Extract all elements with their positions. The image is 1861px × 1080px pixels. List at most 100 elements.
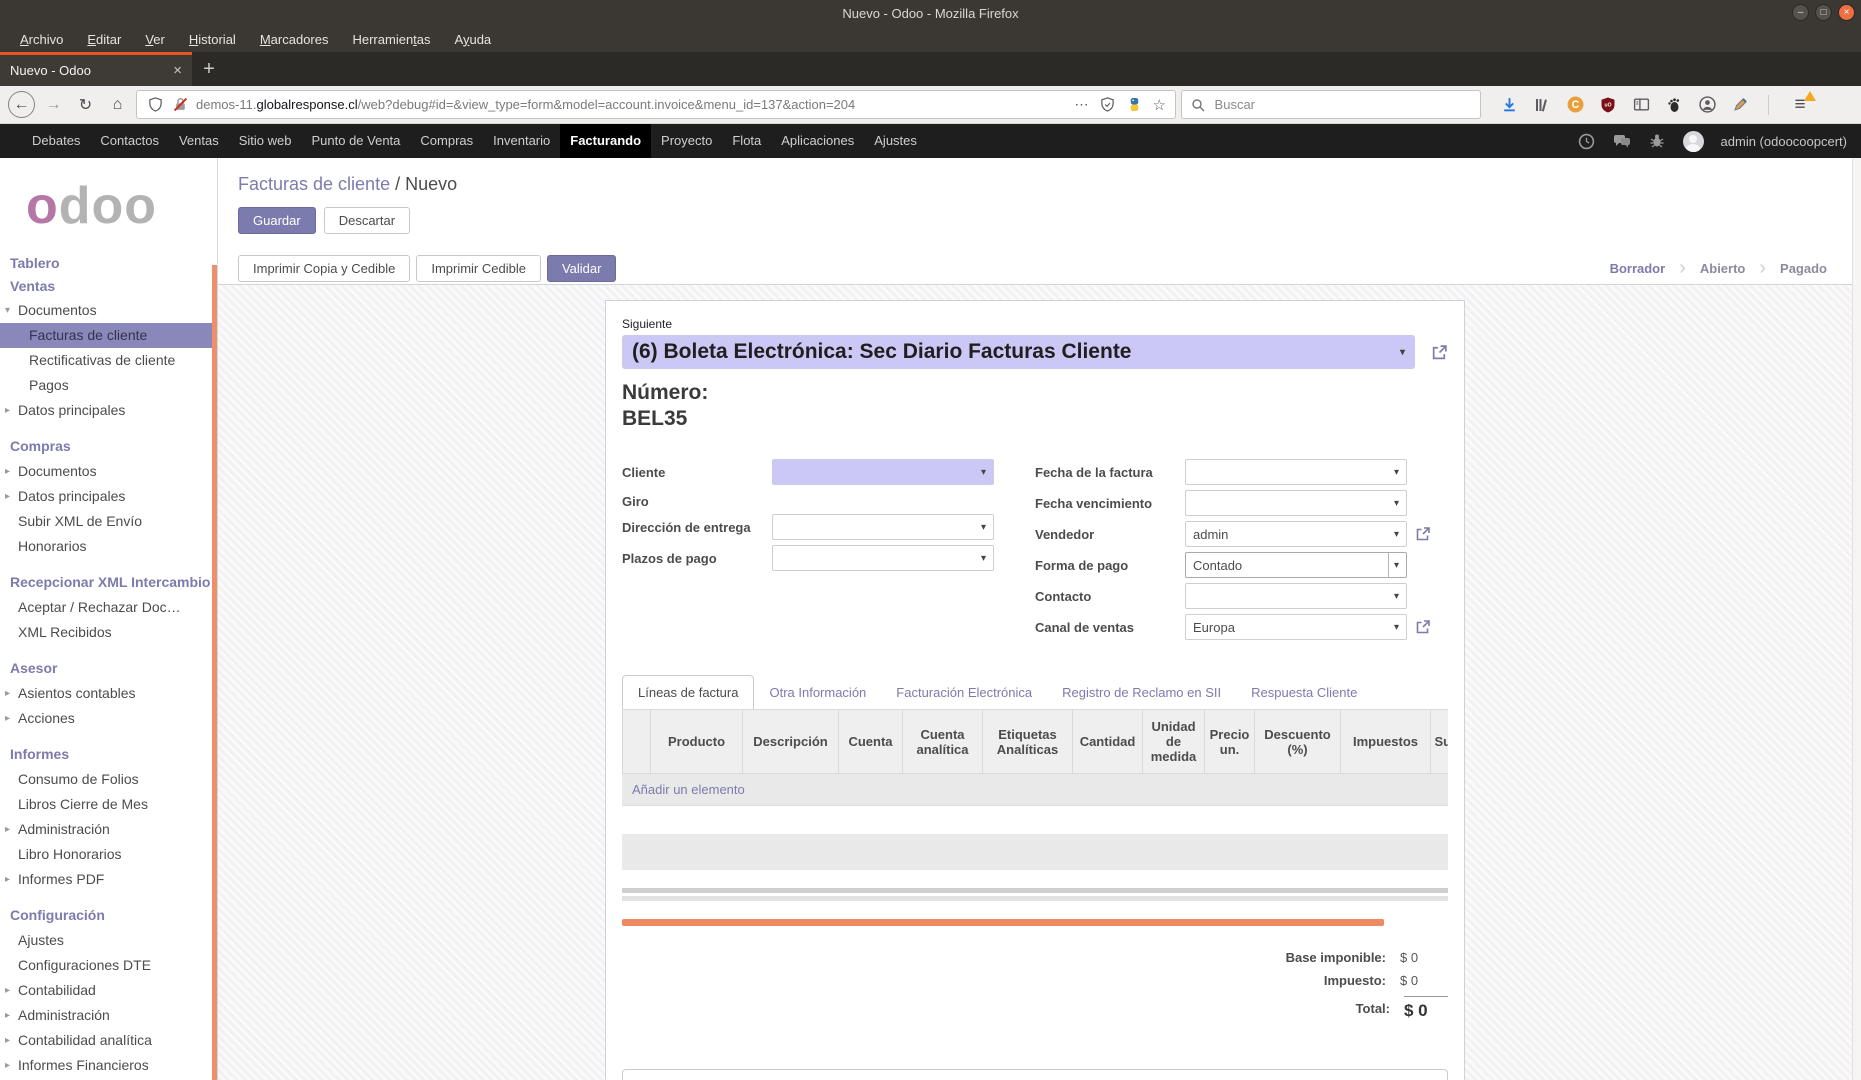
sidebar-section-asesor[interactable]: Asesor bbox=[0, 656, 217, 681]
menu-historial[interactable]: Historial bbox=[177, 32, 248, 47]
account-icon[interactable] bbox=[1698, 96, 1716, 114]
sidebar-item-xml-recibidos[interactable]: XML Recibidos bbox=[0, 620, 217, 645]
state-abierto[interactable]: Abierto bbox=[1686, 261, 1760, 276]
sidebar-item-documentos[interactable]: ▾Documentos bbox=[0, 298, 217, 323]
tab-respuesta-cliente[interactable]: Respuesta Cliente bbox=[1236, 676, 1372, 709]
nav-compras[interactable]: Compras bbox=[410, 124, 483, 158]
browser-tab[interactable]: Nuevo - Odoo × bbox=[0, 52, 192, 86]
odoo-logo[interactable]: odoo bbox=[26, 180, 217, 232]
sidebar-item-documentos-compras[interactable]: ▸Documentos bbox=[0, 459, 217, 484]
cliente-select[interactable]: ▾ bbox=[772, 459, 994, 485]
sidebar-item-datos-principales-compras[interactable]: ▸Datos principales bbox=[0, 484, 217, 509]
breadcrumb-link[interactable]: Facturas de cliente bbox=[238, 174, 390, 194]
sidebar-item-aceptar-rechazar-doc[interactable]: Aceptar / Rechazar Doc… bbox=[0, 595, 217, 620]
sidebar-section-recepcionar-xml[interactable]: Recepcionar XML Intercambio bbox=[0, 570, 217, 595]
sidebar-item-honorarios[interactable]: Honorarios bbox=[0, 534, 217, 559]
plazos-pago-select[interactable]: ▾ bbox=[772, 545, 994, 571]
menu-archivo[interactable]: Archivo bbox=[8, 32, 75, 47]
vendedor-select[interactable]: admin▾ bbox=[1185, 521, 1407, 547]
sidebar-item-rectificativas-de-cliente[interactable]: Rectificativas de cliente bbox=[0, 348, 217, 373]
menu-ver[interactable]: Ver bbox=[133, 32, 177, 47]
external-link-icon[interactable] bbox=[1415, 526, 1431, 542]
sidebar-item-asientos-contables[interactable]: ▸Asientos contables bbox=[0, 681, 217, 706]
fecha-vencimiento-select[interactable]: ▾ bbox=[1185, 490, 1407, 516]
nav-proyecto[interactable]: Proyecto bbox=[651, 124, 722, 158]
library-icon[interactable] bbox=[1533, 96, 1551, 114]
direccion-entrega-select[interactable]: ▾ bbox=[772, 514, 994, 540]
state-borrador[interactable]: Borrador bbox=[1596, 261, 1680, 276]
validate-button[interactable]: Validar bbox=[547, 255, 617, 282]
sidebar-item-administracion-config[interactable]: ▸Administración bbox=[0, 1003, 217, 1028]
sidebar-item-consumo-de-folios[interactable]: Consumo de Folios bbox=[0, 767, 217, 792]
contacto-select[interactable]: ▾ bbox=[1185, 583, 1407, 609]
debug-bug-icon[interactable] bbox=[1648, 132, 1666, 150]
nav-debates[interactable]: Debates bbox=[22, 124, 90, 158]
bookmark-star-icon[interactable]: ☆ bbox=[1153, 96, 1166, 114]
page-scrollbar[interactable] bbox=[1852, 158, 1861, 1080]
activities-clock-icon[interactable] bbox=[1578, 132, 1596, 150]
sidebar-item-contabilidad-analitica[interactable]: ▸Contabilidad analítica bbox=[0, 1028, 217, 1053]
discard-button[interactable]: Descartar bbox=[324, 207, 410, 234]
sidebar-item-informes-financieros[interactable]: ▸Informes Financieros bbox=[0, 1053, 217, 1078]
sidebar-item-libros-cierre-de-mes[interactable]: Libros Cierre de Mes bbox=[0, 792, 217, 817]
extension-c-icon[interactable]: C bbox=[1566, 96, 1584, 114]
save-button[interactable]: Guardar bbox=[238, 207, 316, 234]
sidebar-scrollbar[interactable] bbox=[212, 265, 217, 1080]
fecha-factura-select[interactable]: ▾ bbox=[1185, 459, 1407, 485]
close-button[interactable]: × bbox=[1838, 4, 1855, 21]
search-bar[interactable] bbox=[1181, 90, 1481, 119]
sidebar-item-informes-pdf[interactable]: ▸Informes PDF bbox=[0, 867, 217, 892]
python-extension-icon[interactable] bbox=[1126, 96, 1144, 114]
sidebar-item-configuraciones-dte[interactable]: Configuraciones DTE bbox=[0, 953, 217, 978]
maximize-button[interactable]: □ bbox=[1815, 4, 1832, 21]
forma-pago-select[interactable]: Contado▾ bbox=[1185, 552, 1407, 578]
tab-facturacion-electronica[interactable]: Facturación Electrónica bbox=[881, 676, 1047, 709]
download-icon[interactable] bbox=[1500, 96, 1518, 114]
nav-inventario[interactable]: Inventario bbox=[483, 124, 560, 158]
url-text[interactable]: demos-11.globalresponse.cl/web?debug#id=… bbox=[196, 97, 1068, 112]
user-avatar[interactable] bbox=[1683, 131, 1704, 152]
sidebar-item-pagos[interactable]: Pagos bbox=[0, 373, 217, 398]
sidebar-item-libro-honorarios[interactable]: Libro Honorarios bbox=[0, 842, 217, 867]
sidebar-section-informes[interactable]: Informes bbox=[0, 742, 217, 767]
tracking-protection-shield-icon[interactable] bbox=[146, 96, 164, 114]
reload-icon[interactable]: ↻ bbox=[72, 91, 99, 118]
menu-editar[interactable]: Editar bbox=[75, 32, 133, 47]
forward-icon[interactable]: → bbox=[40, 91, 67, 118]
back-icon[interactable]: ← bbox=[8, 91, 35, 118]
sidebar-item-administracion[interactable]: ▸Administración bbox=[0, 817, 217, 842]
search-input[interactable] bbox=[1213, 96, 1472, 113]
url-bar[interactable]: demos-11.globalresponse.cl/web?debug#id=… bbox=[136, 90, 1176, 119]
tab-close-icon[interactable]: × bbox=[165, 62, 182, 79]
sidebar-item-contabilidad[interactable]: ▸Contabilidad bbox=[0, 978, 217, 1003]
page-actions-icon[interactable]: ⋯ bbox=[1075, 96, 1090, 113]
tab-otra-informacion[interactable]: Otra Información bbox=[754, 676, 881, 709]
sidebar-section-configuracion[interactable]: Configuración bbox=[0, 903, 217, 928]
shield-check-icon[interactable] bbox=[1099, 96, 1117, 114]
gnome-foot-icon[interactable] bbox=[1665, 96, 1683, 114]
sidebar-section-compras[interactable]: Compras bbox=[0, 434, 217, 459]
sidebar-item-datos-principales[interactable]: ▸Datos principales bbox=[0, 398, 217, 423]
nav-aplicaciones[interactable]: Aplicaciones bbox=[771, 124, 864, 158]
tab-lineas-de-factura[interactable]: Líneas de factura bbox=[622, 675, 754, 709]
state-pagado[interactable]: Pagado bbox=[1766, 261, 1841, 276]
nav-ajustes[interactable]: Ajustes bbox=[864, 124, 927, 158]
nav-facturando[interactable]: Facturando bbox=[560, 124, 651, 158]
siguiente-select[interactable]: (6) Boleta Electrónica: Sec Diario Factu… bbox=[622, 335, 1415, 369]
sidebar-item-subir-xml-de-envio[interactable]: Subir XML de Envío bbox=[0, 509, 217, 534]
nav-flota[interactable]: Flota bbox=[722, 124, 771, 158]
new-tab-button[interactable]: + bbox=[192, 52, 226, 86]
user-menu[interactable]: admin (odoocoopcert) bbox=[1721, 134, 1847, 149]
add-line-link[interactable]: Añadir un elemento bbox=[622, 774, 1448, 806]
sidebar-item-acciones[interactable]: ▸Acciones bbox=[0, 706, 217, 731]
tab-registro-reclamo-sii[interactable]: Registro de Reclamo en SII bbox=[1047, 676, 1236, 709]
nav-punto-de-venta[interactable]: Punto de Venta bbox=[301, 124, 410, 158]
minimize-button[interactable]: – bbox=[1792, 4, 1809, 21]
external-link-icon[interactable] bbox=[1431, 344, 1448, 361]
sidebar-link-ventas[interactable]: Ventas bbox=[0, 275, 217, 298]
canal-ventas-select[interactable]: Europa▾ bbox=[1185, 614, 1407, 640]
menu-hamburger-icon[interactable]: ≡ bbox=[1788, 94, 1812, 116]
print-copy-cedible-button[interactable]: Imprimir Copia y Cedible bbox=[238, 255, 410, 282]
messages-icon[interactable] bbox=[1613, 132, 1631, 150]
print-cedible-button[interactable]: Imprimir Cedible bbox=[416, 255, 541, 282]
